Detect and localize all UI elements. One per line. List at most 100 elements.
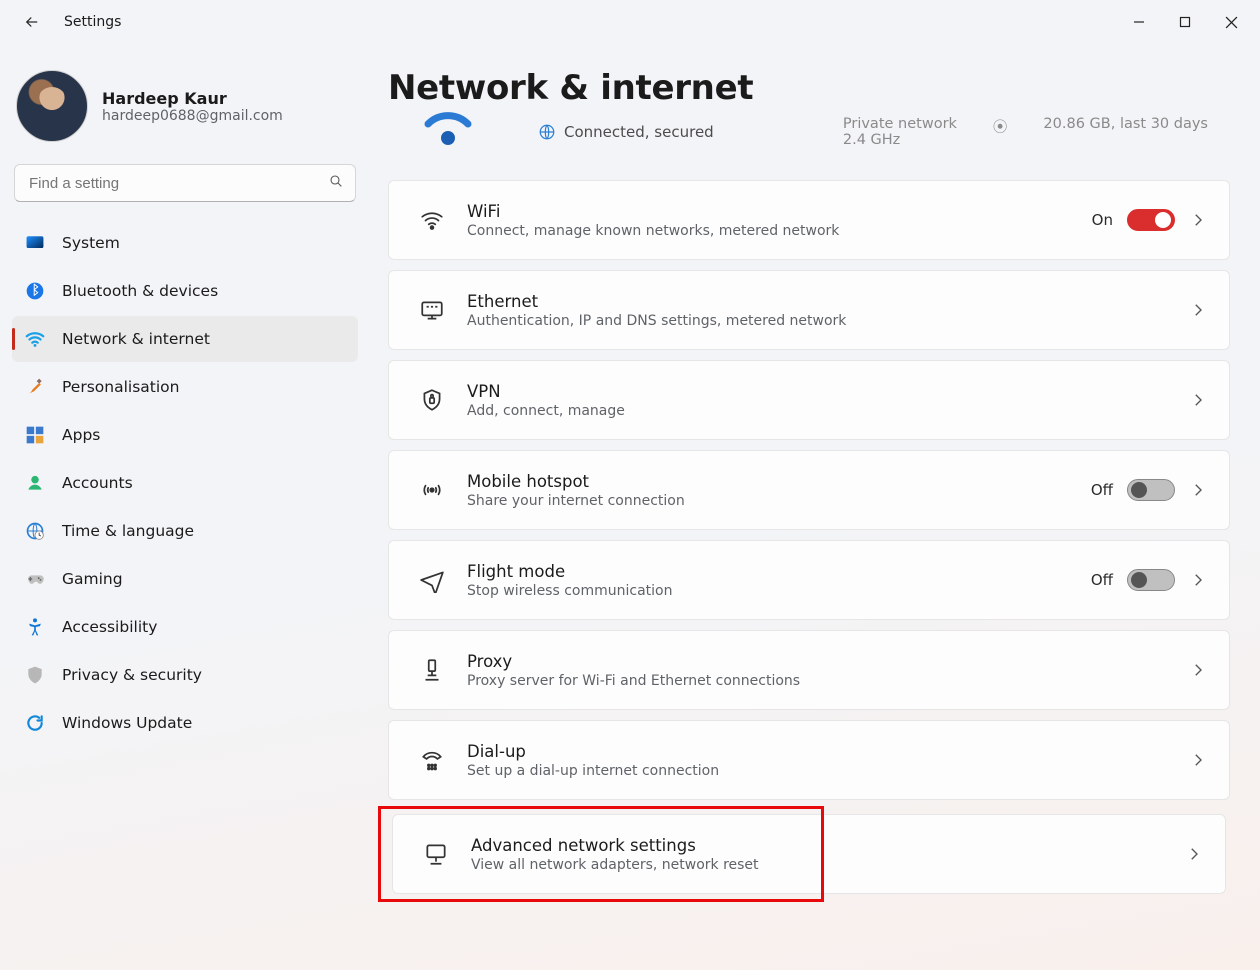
search-input[interactable]	[14, 164, 356, 202]
wifi-icon	[24, 328, 46, 350]
freq-text: 2.4 GHz	[843, 132, 957, 148]
sidebar-item-label: Accessibility	[62, 618, 157, 636]
chevron-right-icon	[1189, 661, 1207, 679]
title-bar: Settings	[0, 0, 1260, 44]
card-hotspot[interactable]: Mobile hotspot Share your internet conne…	[388, 450, 1230, 530]
globe-secure-icon	[538, 123, 556, 141]
sidebar-item-label: Personalisation	[62, 378, 179, 396]
maximize-icon	[1179, 16, 1191, 28]
page-title: Network & internet	[388, 68, 1230, 108]
card-ethernet[interactable]: Ethernet Authentication, IP and DNS sett…	[388, 270, 1230, 350]
close-icon	[1225, 16, 1238, 29]
hotspot-state-label: Off	[1091, 481, 1113, 499]
card-title: WiFi	[467, 202, 1092, 221]
airplane-icon	[411, 567, 453, 593]
sidebar-item-label: Bluetooth & devices	[62, 282, 218, 300]
connection-status-row: Connected, secured Private network 2.4 G…	[388, 112, 1230, 166]
sidebar-item-label: Privacy & security	[62, 666, 202, 684]
card-title: Proxy	[467, 652, 1189, 671]
sidebar: Hardeep Kaur hardeep0688@gmail.com Syste…	[0, 44, 370, 970]
sidebar-item-accessibility[interactable]: Accessibility	[12, 604, 358, 650]
apps-icon	[24, 424, 46, 446]
sidebar-item-label: Network & internet	[62, 330, 210, 348]
accounts-icon	[24, 472, 46, 494]
search-icon	[328, 173, 344, 193]
globe-clock-icon	[24, 520, 46, 542]
card-title: Flight mode	[467, 562, 1091, 581]
back-button[interactable]	[12, 2, 52, 42]
sidebar-item-personalisation[interactable]: Personalisation	[12, 364, 358, 410]
sidebar-item-privacy[interactable]: Privacy & security	[12, 652, 358, 698]
proxy-icon	[411, 657, 453, 683]
wifi-toggle[interactable]	[1127, 209, 1175, 231]
window-minimize-button[interactable]	[1116, 4, 1162, 40]
user-email: hardeep0688@gmail.com	[102, 108, 283, 124]
card-title: Ethernet	[467, 292, 1189, 311]
card-advanced-network[interactable]: Advanced network settings View all netwo…	[392, 814, 1226, 894]
search-field[interactable]	[14, 164, 356, 202]
sidebar-item-network[interactable]: Network & internet	[12, 316, 358, 362]
chevron-right-icon	[1189, 211, 1207, 229]
wifi-state-label: On	[1092, 211, 1113, 229]
window-close-button[interactable]	[1208, 4, 1254, 40]
card-subtitle: View all network adapters, network reset	[471, 857, 1185, 873]
chevron-right-icon	[1189, 391, 1207, 409]
card-subtitle: Connect, manage known networks, metered …	[467, 223, 1092, 239]
sidebar-item-label: Accounts	[62, 474, 133, 492]
sidebar-item-label: Windows Update	[62, 714, 192, 732]
update-icon	[24, 712, 46, 734]
card-flight-mode[interactable]: Flight mode Stop wireless communication …	[388, 540, 1230, 620]
chevron-right-icon	[1189, 751, 1207, 769]
chevron-right-icon	[1189, 301, 1207, 319]
content-area: Network & internet Connected, secured Pr…	[370, 44, 1260, 970]
wifi-icon	[411, 207, 453, 233]
card-subtitle: Proxy server for Wi-Fi and Ethernet conn…	[467, 673, 1189, 689]
dialup-phone-icon	[411, 747, 453, 773]
card-title: Mobile hotspot	[467, 472, 1091, 491]
card-title: Dial-up	[467, 742, 1189, 761]
ethernet-icon	[411, 297, 453, 323]
card-wifi[interactable]: WiFi Connect, manage known networks, met…	[388, 180, 1230, 260]
back-arrow-icon	[23, 13, 41, 31]
sidebar-item-apps[interactable]: Apps	[12, 412, 358, 458]
sidebar-item-gaming[interactable]: Gaming	[12, 556, 358, 602]
bluetooth-icon	[24, 280, 46, 302]
sidebar-item-time-language[interactable]: Time & language	[12, 508, 358, 554]
card-subtitle: Stop wireless communication	[467, 583, 1091, 599]
vpn-shield-icon	[411, 387, 453, 413]
card-subtitle: Authentication, IP and DNS settings, met…	[467, 313, 1189, 329]
sidebar-item-label: Apps	[62, 426, 100, 444]
gaming-icon	[24, 568, 46, 590]
card-vpn[interactable]: VPN Add, connect, manage	[388, 360, 1230, 440]
sidebar-item-accounts[interactable]: Accounts	[12, 460, 358, 506]
advanced-network-icon	[415, 841, 457, 867]
wifi-status-icon	[418, 112, 478, 152]
chevron-right-icon	[1185, 845, 1203, 863]
card-subtitle: Add, connect, manage	[467, 403, 1189, 419]
flight-toggle[interactable]	[1127, 569, 1175, 591]
window-maximize-button[interactable]	[1162, 4, 1208, 40]
shield-icon	[24, 664, 46, 686]
system-icon	[24, 232, 46, 254]
sidebar-item-system[interactable]: System	[12, 220, 358, 266]
private-network-text: Private network	[843, 116, 957, 132]
chevron-right-icon	[1189, 571, 1207, 589]
flight-state-label: Off	[1091, 571, 1113, 589]
card-proxy[interactable]: Proxy Proxy server for Wi-Fi and Etherne…	[388, 630, 1230, 710]
minimize-icon	[1133, 16, 1145, 28]
user-block[interactable]: Hardeep Kaur hardeep0688@gmail.com	[12, 62, 358, 160]
hotspot-toggle[interactable]	[1127, 479, 1175, 501]
sidebar-item-label: System	[62, 234, 120, 252]
highlight-advanced: Advanced network settings View all netwo…	[388, 810, 1230, 898]
usage-sep: ⦿	[993, 116, 1008, 137]
card-dialup[interactable]: Dial-up Set up a dial-up internet connec…	[388, 720, 1230, 800]
sidebar-item-label: Gaming	[62, 570, 123, 588]
paintbrush-icon	[24, 376, 46, 398]
sidebar-item-bluetooth[interactable]: Bluetooth & devices	[12, 268, 358, 314]
settings-card-list: WiFi Connect, manage known networks, met…	[388, 180, 1230, 898]
card-subtitle: Set up a dial-up internet connection	[467, 763, 1189, 779]
usage-text: 20.86 GB, last 30 days	[1043, 116, 1208, 132]
chevron-right-icon	[1189, 481, 1207, 499]
avatar	[16, 70, 88, 142]
sidebar-item-update[interactable]: Windows Update	[12, 700, 358, 746]
